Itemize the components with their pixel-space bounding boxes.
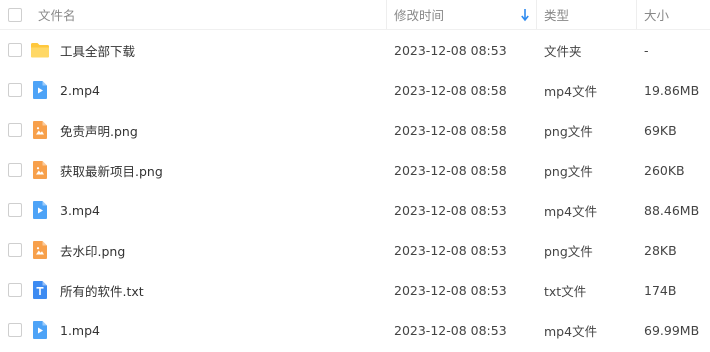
file-name-cell[interactable]: 所有的软件.txt — [30, 270, 386, 310]
file-modified: 2023-12-08 08:53 — [394, 242, 507, 258]
header-size[interactable]: 大小 — [636, 0, 710, 29]
row-select-cell — [0, 230, 30, 270]
row-select-cell — [0, 190, 30, 230]
row-select-cell — [0, 30, 30, 70]
file-type: png文件 — [544, 123, 593, 139]
sort-down-arrow-icon[interactable] — [520, 8, 530, 22]
file-type: mp4文件 — [544, 83, 598, 99]
file-name[interactable]: 3.mp4 — [60, 203, 100, 218]
row-checkbox[interactable] — [8, 243, 22, 257]
file-modified: 2023-12-08 08:53 — [394, 322, 507, 338]
file-type: png文件 — [544, 163, 593, 179]
file-name[interactable]: 所有的软件.txt — [60, 281, 144, 300]
file-modified: 2023-12-08 08:53 — [394, 202, 507, 218]
file-name[interactable]: 去水印.png — [60, 241, 125, 260]
header-modified-label: 修改时间 — [394, 8, 445, 23]
row-checkbox[interactable] — [8, 283, 22, 297]
file-row[interactable]: 工具全部下载 2023-12-08 08:53 文件夹 - — [0, 30, 710, 70]
row-checkbox[interactable] — [8, 203, 22, 217]
file-table: 文件名 修改时间 类型 大小 工具全部下载 2023-12-08 08:53 文件夹… — [0, 0, 710, 350]
file-name[interactable]: 免责声明.png — [60, 121, 138, 140]
header-size-label: 大小 — [644, 8, 670, 23]
file-modified: 2023-12-08 08:53 — [394, 282, 507, 298]
header-type-label: 类型 — [544, 8, 570, 23]
row-checkbox[interactable] — [8, 123, 22, 137]
row-select-cell — [0, 70, 30, 110]
file-name-cell[interactable]: 3.mp4 — [30, 190, 386, 230]
file-type: mp4文件 — [544, 203, 598, 219]
file-list: 工具全部下载 2023-12-08 08:53 文件夹 - 2.mp4 2023-12-0… — [0, 30, 710, 350]
file-name-cell[interactable]: 2.mp4 — [30, 70, 386, 110]
file-name-cell[interactable]: 免责声明.png — [30, 110, 386, 150]
file-size: - — [644, 42, 649, 58]
file-size: 174B — [644, 282, 677, 298]
row-select-cell — [0, 150, 30, 190]
row-checkbox[interactable] — [8, 83, 22, 97]
image-file-icon — [30, 160, 50, 180]
row-checkbox[interactable] — [8, 163, 22, 177]
header-name-label: 文件名 — [38, 8, 76, 23]
text-file-icon — [30, 280, 50, 300]
folder-icon — [30, 40, 50, 60]
file-row[interactable]: 2.mp4 2023-12-08 08:58 mp4文件 19.86MB — [0, 70, 710, 110]
file-size: 19.86MB — [644, 82, 700, 98]
select-all-cell — [0, 0, 30, 29]
file-modified: 2023-12-08 08:58 — [394, 122, 507, 138]
table-header: 文件名 修改时间 类型 大小 — [0, 0, 710, 30]
file-name[interactable]: 获取最新项目.png — [60, 161, 163, 180]
row-checkbox[interactable] — [8, 323, 22, 337]
file-row[interactable]: 去水印.png 2023-12-08 08:53 png文件 28KB — [0, 230, 710, 270]
file-size: 260KB — [644, 162, 685, 178]
file-name-cell[interactable]: 工具全部下载 — [30, 30, 386, 70]
file-type: 文件夹 — [544, 43, 582, 59]
file-type: png文件 — [544, 243, 593, 259]
image-file-icon — [30, 120, 50, 140]
header-name[interactable]: 文件名 — [30, 0, 386, 29]
file-name-cell[interactable]: 1.mp4 — [30, 310, 386, 350]
image-file-icon — [30, 240, 50, 260]
file-modified: 2023-12-08 08:58 — [394, 82, 507, 98]
file-row[interactable]: 1.mp4 2023-12-08 08:53 mp4文件 69.99MB — [0, 310, 710, 350]
row-select-cell — [0, 270, 30, 310]
file-modified: 2023-12-08 08:53 — [394, 42, 507, 58]
row-checkbox[interactable] — [8, 43, 22, 57]
file-size: 69KB — [644, 122, 677, 138]
file-name[interactable]: 1.mp4 — [60, 323, 100, 338]
file-name-cell[interactable]: 去水印.png — [30, 230, 386, 270]
select-all-checkbox[interactable] — [8, 7, 22, 22]
file-name-cell[interactable]: 获取最新项目.png — [30, 150, 386, 190]
file-modified: 2023-12-08 08:58 — [394, 162, 507, 178]
row-select-cell — [0, 110, 30, 150]
video-file-icon — [30, 200, 50, 220]
file-row[interactable]: 免责声明.png 2023-12-08 08:58 png文件 69KB — [0, 110, 710, 150]
file-size: 88.46MB — [644, 202, 700, 218]
file-size: 69.99MB — [644, 322, 700, 338]
video-file-icon — [30, 320, 50, 340]
file-name[interactable]: 工具全部下载 — [60, 41, 135, 60]
file-name[interactable]: 2.mp4 — [60, 83, 100, 98]
video-file-icon — [30, 80, 50, 100]
file-size: 28KB — [644, 242, 677, 258]
header-type[interactable]: 类型 — [536, 0, 636, 29]
row-select-cell — [0, 310, 30, 350]
file-row[interactable]: 3.mp4 2023-12-08 08:53 mp4文件 88.46MB — [0, 190, 710, 230]
file-type: mp4文件 — [544, 323, 598, 339]
header-modified[interactable]: 修改时间 — [386, 0, 536, 29]
file-row[interactable]: 所有的软件.txt 2023-12-08 08:53 txt文件 174B — [0, 270, 710, 310]
file-row[interactable]: 获取最新项目.png 2023-12-08 08:58 png文件 260KB — [0, 150, 710, 190]
file-type: txt文件 — [544, 283, 587, 299]
